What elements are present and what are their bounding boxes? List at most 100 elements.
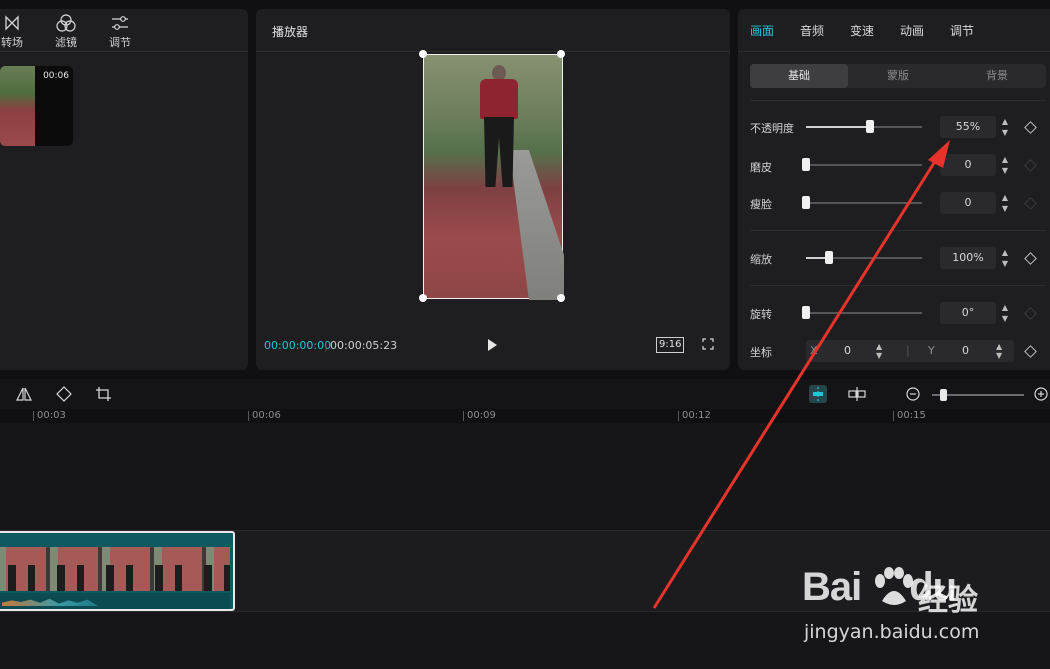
adjust-icon [112, 16, 128, 30]
smooth-slider[interactable] [802, 158, 922, 171]
total-timecode: 00:00:05:23 [330, 339, 398, 352]
current-timecode: 00:00:00:00 [264, 339, 332, 352]
crop-icon[interactable] [95, 386, 113, 402]
slim-face-input[interactable]: 0 [940, 192, 996, 214]
video-preview[interactable] [423, 54, 564, 300]
clip-audio-waveform [0, 593, 230, 609]
mirror-icon[interactable] [15, 386, 33, 402]
rotate-keyframe-icon[interactable] [1024, 307, 1037, 320]
resize-handle-top-right[interactable] [557, 50, 565, 58]
position-x-label: X [810, 344, 818, 357]
player-panel: 播放器 00:00:00:00 | 00:00:05:23 9:16 [256, 9, 730, 370]
resize-handle-bottom-right[interactable] [557, 294, 565, 302]
resize-handle-top-left[interactable] [419, 50, 427, 58]
position-field-separator: | [906, 344, 910, 357]
baidu-jingyan-watermark: Bai du 经验 jingyan.baidu.com [802, 553, 1042, 663]
opacity-keyframe-icon[interactable] [1024, 121, 1037, 134]
auto-snap-icon[interactable] [808, 384, 828, 404]
position-x-input[interactable]: 0 [844, 344, 851, 357]
timecode-separator: | [324, 339, 328, 352]
position-keyframe-icon[interactable] [1024, 345, 1037, 358]
smooth-slider-knob[interactable] [802, 158, 810, 171]
media-tabs: 转场 滤镜 调节 [0, 9, 248, 52]
opacity-slider-fill [806, 126, 870, 128]
scale-input[interactable]: 100% [940, 247, 996, 269]
smooth-stepper[interactable]: ▲ ▼ [998, 154, 1012, 176]
thumbnail-image [0, 66, 35, 146]
ruler-tick [893, 411, 894, 421]
tab-animation[interactable]: 动画 [900, 22, 924, 39]
slim-face-slider[interactable] [802, 196, 922, 209]
section-divider [750, 285, 1046, 286]
split-link-icon[interactable] [848, 386, 866, 402]
rotate-label: 旋转 [750, 308, 772, 321]
slim-face-slider-knob[interactable] [802, 196, 810, 209]
properties-panel: 画面 音频 变速 动画 调节 基础 蒙版 背景 不透明度 55% ▲ ▼ 磨皮 0… [738, 9, 1050, 370]
rotate-icon[interactable] [55, 386, 73, 402]
scale-stepper[interactable]: ▲ ▼ [998, 247, 1012, 269]
aspect-ratio-button[interactable]: 9:16 [656, 337, 685, 353]
watermark-url: jingyan.baidu.com [804, 621, 980, 643]
position-y-stepper[interactable]: ▲ ▼ [996, 342, 1002, 360]
tab-transition[interactable]: 转场 [0, 13, 32, 50]
rotate-input[interactable]: 0° [940, 302, 996, 324]
ruler-tick [678, 411, 679, 421]
opacity-stepper[interactable]: ▲ ▼ [998, 116, 1012, 138]
ruler-tick [248, 411, 249, 421]
position-x-stepper[interactable]: ▲ ▼ [876, 342, 882, 360]
tab-adjust-props[interactable]: 调节 [950, 22, 974, 39]
zoom-out-icon[interactable] [906, 387, 920, 401]
smooth-keyframe-icon[interactable] [1024, 159, 1037, 172]
scale-slider-knob[interactable] [825, 251, 834, 264]
play-button[interactable] [488, 339, 497, 351]
position-y-input[interactable]: 0 [962, 344, 969, 357]
position-fields: X 0 ▲ ▼ | Y 0 ▲ ▼ [806, 340, 1014, 362]
tab-audio[interactable]: 音频 [800, 22, 824, 39]
scale-label: 缩放 [750, 253, 772, 266]
segment-basic[interactable]: 基础 [750, 64, 848, 88]
scale-slider[interactable] [806, 251, 922, 264]
rotate-stepper[interactable]: ▲ ▼ [998, 302, 1012, 324]
clip-duration: 00:06 [43, 71, 69, 81]
segment-mask[interactable]: 蒙版 [849, 64, 947, 88]
section-divider [750, 100, 1046, 101]
smooth-input[interactable]: 0 [940, 154, 996, 176]
tab-adjust[interactable]: 调节 [100, 13, 140, 50]
preview-person [476, 65, 522, 193]
section-divider [750, 230, 1046, 231]
position-y-label: Y [928, 344, 935, 357]
zoom-slider-knob[interactable] [940, 389, 947, 401]
opacity-label: 不透明度 [750, 122, 794, 135]
ruler-tick [33, 411, 34, 421]
tab-filter[interactable]: 滤镜 [46, 13, 86, 50]
timeline-ruler[interactable]: 00:03 00:06 00:09 00:12 00:15 [0, 409, 1050, 423]
tab-adjust-label: 调节 [109, 36, 131, 49]
watermark-suffix: 经验 [918, 583, 978, 618]
resize-handle-bottom-left[interactable] [419, 294, 427, 302]
props-header-divider [738, 51, 1050, 52]
video-clip[interactable] [0, 531, 235, 611]
tab-speed[interactable]: 变速 [850, 22, 874, 39]
tab-filter-label: 滤镜 [55, 36, 77, 49]
slim-face-keyframe-icon[interactable] [1024, 197, 1037, 210]
tab-transition-label: 转场 [1, 36, 23, 49]
tab-picture[interactable]: 画面 [750, 22, 774, 39]
slim-face-stepper[interactable]: ▲ ▼ [998, 192, 1012, 214]
fullscreen-icon[interactable] [702, 338, 714, 350]
media-panel: 转场 滤镜 调节 00:06 [0, 9, 248, 370]
slim-face-label: 瘦脸 [750, 198, 772, 211]
rotate-slider[interactable] [802, 306, 922, 319]
segment-background[interactable]: 背景 [948, 64, 1046, 88]
opacity-slider-knob[interactable] [865, 120, 874, 133]
scale-keyframe-icon[interactable] [1024, 252, 1037, 265]
position-label: 坐标 [750, 346, 772, 359]
timeline-toolbar [0, 379, 1050, 409]
ruler-tick [463, 411, 464, 421]
filter-icon [56, 14, 76, 32]
opacity-slider[interactable] [806, 120, 922, 133]
opacity-input[interactable]: 55% [940, 116, 996, 138]
rotate-slider-knob[interactable] [802, 306, 810, 319]
zoom-in-icon[interactable] [1034, 387, 1048, 401]
media-clip-thumbnail[interactable]: 00:06 [0, 66, 73, 146]
transition-icon [5, 15, 19, 31]
